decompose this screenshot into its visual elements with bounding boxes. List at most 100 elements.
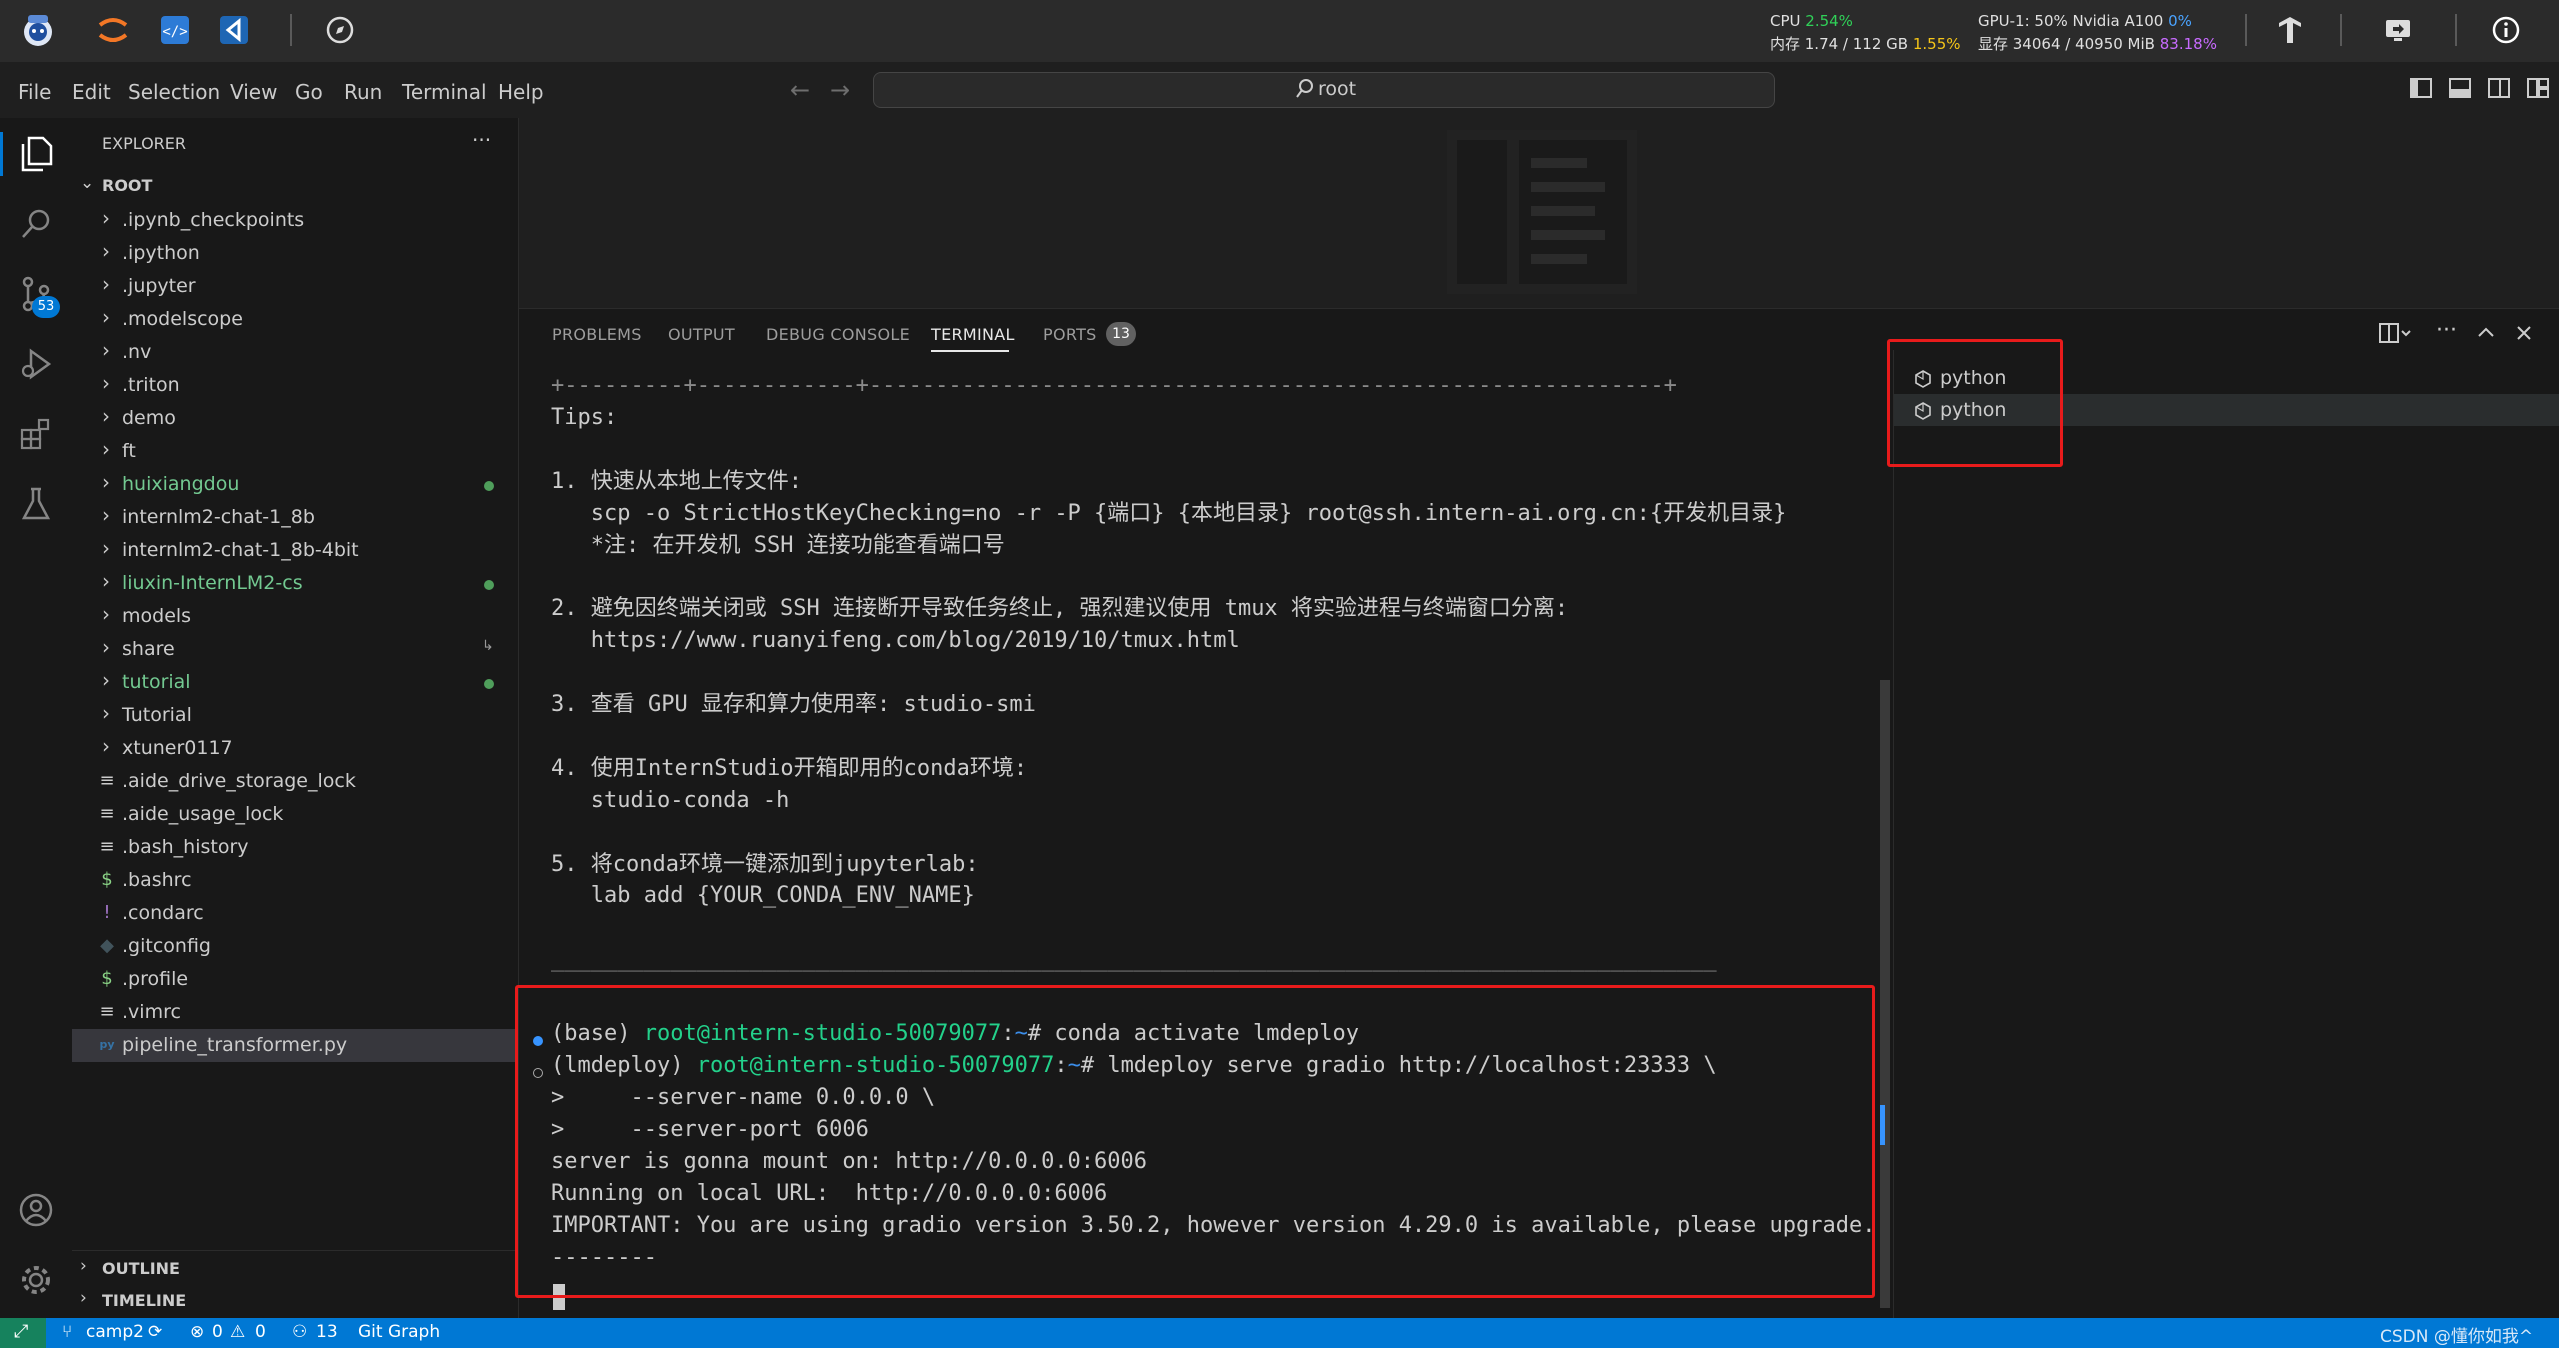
remote-desktop-icon[interactable]: [2378, 10, 2418, 50]
menu-terminal[interactable]: Terminal: [402, 80, 487, 104]
menu-view[interactable]: View: [230, 80, 277, 104]
ports-count[interactable]: 13: [316, 1322, 338, 1342]
toggle-secondary-sidebar-icon[interactable]: [2488, 78, 2510, 102]
menu-file[interactable]: File: [18, 80, 51, 104]
jupyter-icon[interactable]: [93, 10, 133, 50]
tree-folder-item[interactable]: › models: [72, 600, 518, 633]
error-count[interactable]: 0: [212, 1322, 223, 1342]
tree-folder-item[interactable]: › liuxin-InternLM2-cs: [72, 567, 518, 600]
tree-item-label: internlm2-chat-1_8b-4bit: [122, 539, 359, 561]
explorer-title: EXPLORER: [102, 134, 186, 153]
customize-layout-icon[interactable]: [2527, 78, 2549, 102]
menu-help[interactable]: Help: [498, 80, 544, 104]
tab-problems[interactable]: PROBLEMS: [552, 325, 642, 344]
menu-go[interactable]: Go: [295, 80, 323, 104]
memory-monitor: 内存 1.74 / 112 GB 1.55%: [1770, 33, 1961, 54]
info-icon[interactable]: [2486, 10, 2526, 50]
tab-output[interactable]: OUTPUT: [668, 325, 735, 344]
cpu-monitor: CPU 2.54%: [1770, 12, 1853, 30]
explorer-files-icon[interactable]: [16, 134, 56, 174]
split-terminal-icon[interactable]: [2378, 322, 2412, 348]
terminal-line: 3. 查看 GPU 显存和算力使用率: studio-smi: [551, 692, 1036, 717]
chevron-right-icon: ›: [102, 503, 110, 527]
search-icon[interactable]: [16, 204, 56, 244]
tree-file-item[interactable]: py pipeline_transformer.py: [72, 1029, 518, 1062]
toolbar-divider: [2455, 14, 2457, 46]
tree-folder-item[interactable]: › .ipynb_checkpoints: [72, 204, 518, 237]
compass-icon[interactable]: [320, 10, 360, 50]
tensorflow-icon[interactable]: [2270, 10, 2310, 50]
git-modified-dot: [484, 679, 494, 689]
tree-folder-item[interactable]: › demo: [72, 402, 518, 435]
branch-name[interactable]: camp2: [86, 1322, 144, 1342]
extensions-icon[interactable]: [16, 414, 56, 454]
tree-folder-item[interactable]: › .nv: [72, 336, 518, 369]
tree-folder-item[interactable]: › .jupyter: [72, 270, 518, 303]
more-actions-icon[interactable]: ···: [2436, 318, 2457, 343]
tab-ports[interactable]: PORTS: [1043, 325, 1097, 344]
menu-edit[interactable]: Edit: [72, 80, 111, 104]
testing-flask-icon[interactable]: [16, 484, 56, 524]
tree-item-label: huixiangdou: [122, 473, 240, 495]
chevron-right-icon: ›: [102, 536, 110, 560]
tree-folder-item[interactable]: › .modelscope: [72, 303, 518, 336]
tree-file-item[interactable]: $ .bashrc: [72, 864, 518, 897]
tree-folder-item[interactable]: › xtuner0117: [72, 732, 518, 765]
remote-icon: ⤢: [14, 1321, 29, 1342]
toggle-primary-sidebar-icon[interactable]: [2410, 78, 2432, 102]
menu-run[interactable]: Run: [344, 80, 382, 104]
forward-arrow-icon[interactable]: →: [830, 76, 850, 104]
search-text: root: [1318, 78, 1357, 100]
tree-file-item[interactable]: ≡ .aide_usage_lock: [72, 798, 518, 831]
explorer-more-icon[interactable]: ···: [472, 128, 491, 152]
toolbar-divider: [290, 14, 292, 46]
tree-item-label: .bash_history: [122, 836, 249, 858]
tree-folder-item[interactable]: › internlm2-chat-1_8b-4bit: [72, 534, 518, 567]
tree-file-item[interactable]: ≡ .vimrc: [72, 996, 518, 1029]
vscode-icon[interactable]: [214, 10, 254, 50]
remote-indicator[interactable]: ⤢: [0, 1318, 46, 1348]
tree-folder-item[interactable]: › .ipython: [72, 237, 518, 270]
root-label: ROOT: [102, 176, 153, 195]
activity-bar: 53: [0, 118, 73, 1318]
tree-folder-item[interactable]: › Tutorial: [72, 699, 518, 732]
tree-folder-item[interactable]: › huixiangdou: [72, 468, 518, 501]
toggle-panel-icon[interactable]: [2449, 78, 2471, 102]
tree-file-item[interactable]: $ .profile: [72, 963, 518, 996]
tree-folder-item[interactable]: › internlm2-chat-1_8b: [72, 501, 518, 534]
maximize-panel-icon[interactable]: [2476, 324, 2496, 344]
tree-file-item[interactable]: ◆ .gitconfig: [72, 930, 518, 963]
accounts-icon[interactable]: [16, 1190, 56, 1230]
tree-item-label: .profile: [122, 968, 189, 990]
terminal-line: 4. 使用InternStudio开箱即用的conda环境:: [551, 755, 1028, 781]
tab-debug-console[interactable]: DEBUG CONSOLE: [766, 325, 910, 344]
tree-file-item[interactable]: ≡ .aide_drive_storage_lock: [72, 765, 518, 798]
tab-terminal[interactable]: TERMINAL: [931, 325, 1015, 344]
tree-item-label: models: [122, 605, 192, 627]
memory-value: 1.55%: [1912, 35, 1961, 53]
code-editor-icon[interactable]: </>: [155, 10, 195, 50]
tree-file-item[interactable]: ! .condarc: [72, 897, 518, 930]
toolbar-divider: [2245, 14, 2247, 46]
run-debug-icon[interactable]: [16, 344, 56, 384]
terminal-scrollbar[interactable]: [1880, 680, 1890, 1308]
root-folder-header[interactable]: ⌄ ROOT: [72, 170, 518, 200]
settings-gear-icon[interactable]: [16, 1260, 56, 1300]
tree-item-label: .condarc: [122, 902, 204, 924]
tree-folder-item[interactable]: › .triton: [72, 369, 518, 402]
back-arrow-icon[interactable]: ←: [790, 76, 810, 104]
tree-item-label: .aide_drive_storage_lock: [122, 770, 356, 792]
tree-file-item[interactable]: ≡ .bash_history: [72, 831, 518, 864]
git-graph-button[interactable]: Git Graph: [358, 1322, 440, 1342]
close-panel-icon[interactable]: [2515, 324, 2533, 346]
menu-selection[interactable]: Selection: [128, 80, 220, 104]
tree-folder-item[interactable]: › ft: [72, 435, 518, 468]
sync-icon[interactable]: ⟳: [148, 1322, 162, 1342]
tree-folder-item[interactable]: › share ↳: [72, 633, 518, 666]
outline-section-header[interactable]: › OUTLINE: [72, 1252, 518, 1282]
warning-count[interactable]: 0: [255, 1322, 266, 1342]
tree-item-label: .ipynb_checkpoints: [122, 209, 305, 231]
jupyter-logo-icon[interactable]: [18, 10, 58, 50]
tree-folder-item[interactable]: › tutorial: [72, 666, 518, 699]
timeline-section-header[interactable]: › TIMELINE: [72, 1284, 518, 1314]
